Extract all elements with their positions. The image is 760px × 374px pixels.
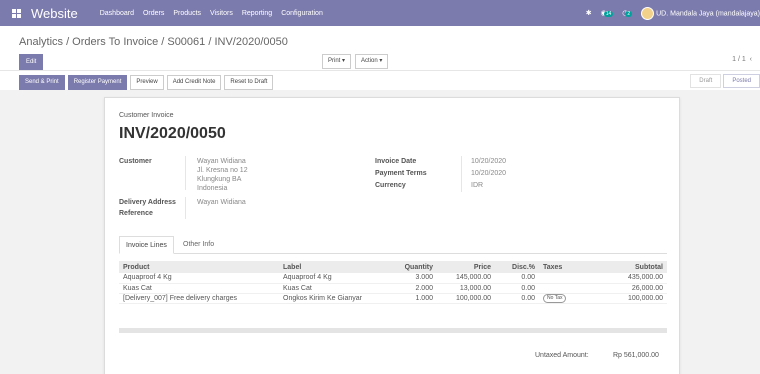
stage-posted[interactable]: Posted — [723, 74, 760, 88]
main-menu: Dashboard Orders Products Visitors Repor… — [100, 10, 323, 17]
menu-reporting[interactable]: Reporting — [242, 10, 272, 17]
col-price[interactable]: Price — [437, 261, 495, 273]
cell-price: 100,000.00 — [437, 293, 495, 304]
cell-label: Ongkos Kirim Ke Gianyar — [279, 293, 377, 304]
field-separator — [185, 197, 186, 219]
cell-quantity: 1.000 — [377, 293, 437, 304]
tax-tag: No Tax — [543, 293, 567, 303]
table-footer-bar — [119, 328, 667, 333]
cell-price: 13,000.00 — [437, 283, 495, 294]
tab-invoice-lines[interactable]: Invoice Lines — [119, 236, 174, 254]
col-label[interactable]: Label — [279, 261, 377, 273]
invoice-type: Customer Invoice — [119, 112, 174, 119]
menu-dashboard[interactable]: Dashboard — [100, 10, 134, 17]
action-buttons: Send & Print Register Payment Preview Ad… — [19, 75, 274, 90]
cell-label: Kuas Cat — [279, 283, 377, 294]
table-row[interactable]: Kuas Cat Kuas Cat 2.000 13,000.00 0.00 2… — [119, 283, 667, 294]
register-payment-button[interactable]: Register Payment — [67, 75, 128, 90]
menu-products[interactable]: Products — [173, 10, 201, 17]
form-statusbar: Send & Print Register Payment Preview Ad… — [0, 70, 760, 90]
app-name[interactable]: Website — [31, 6, 78, 21]
table-row[interactable]: Aquaproof 4 Kg Aquaproof 4 Kg 3.000 145,… — [119, 273, 667, 284]
user-name: UD. Mandala Jaya (mandalajaya) — [656, 9, 760, 17]
breadcrumb[interactable]: Analytics / Orders To Invoice / S00061 /… — [19, 36, 288, 48]
cell-discount: 0.00 — [495, 273, 539, 284]
table-header-row: Product Label Quantity Price Disc.% Taxe… — [119, 261, 667, 273]
add-credit-note-button[interactable]: Add Credit Note — [166, 75, 222, 90]
edit-button[interactable]: Edit — [19, 54, 44, 71]
tab-other-info[interactable]: Other Info — [177, 236, 220, 254]
avatar — [641, 6, 655, 20]
cell-quantity: 3.000 — [377, 273, 437, 284]
menu-visitors[interactable]: Visitors — [210, 10, 233, 17]
cell-taxes — [539, 283, 589, 294]
col-subtotal[interactable]: Subtotal — [589, 261, 667, 273]
reference-label: Reference — [119, 210, 153, 217]
invoice-sheet: Customer Invoice INV/2020/0050 Customer … — [104, 97, 680, 374]
table-row[interactable]: [Delivery_007] Free delivery charges Ong… — [119, 293, 667, 304]
untaxed-amount-value: Rp 561,000.00 — [613, 352, 659, 359]
cell-price: 145,000.00 — [437, 273, 495, 284]
stage-draft[interactable]: Draft — [690, 74, 722, 88]
invoice-lines-table: Product Label Quantity Price Disc.% Taxe… — [119, 261, 667, 304]
cell-taxes: No Tax — [539, 293, 589, 304]
chevron-left-icon[interactable]: ‹ — [748, 56, 752, 63]
cell-taxes — [539, 273, 589, 284]
delivery-address-label: Delivery Address — [119, 199, 176, 206]
cell-product: Aquaproof 4 Kg — [119, 273, 279, 284]
currency-value: IDR — [471, 182, 484, 189]
customer-label: Customer — [119, 158, 152, 165]
invoice-date-label: Invoice Date — [375, 158, 417, 165]
pager-value[interactable]: 1 / 1 — [732, 56, 746, 63]
col-taxes[interactable]: Taxes — [539, 261, 589, 273]
currency-label: Currency — [375, 182, 406, 189]
menu-orders[interactable]: Orders — [143, 10, 164, 17]
send-print-button[interactable]: Send & Print — [19, 75, 65, 90]
cell-product: [Delivery_007] Free delivery charges — [119, 293, 279, 304]
chat-badge: 14 — [603, 11, 614, 17]
preview-button[interactable]: Preview — [130, 75, 164, 90]
cell-product: Kuas Cat — [119, 283, 279, 294]
user-menu[interactable]: UD. Mandala Jaya (mandalajaya) — [641, 6, 760, 20]
col-product[interactable]: Product — [119, 261, 279, 273]
cell-subtotal: 435,000.00 — [589, 273, 667, 284]
invoice-number: INV/2020/0050 — [119, 125, 226, 142]
untaxed-amount-label: Untaxed Amount: — [535, 352, 589, 359]
payment-terms-value: 10/20/2020 — [471, 170, 507, 177]
bug-icon[interactable]: ✱ — [586, 9, 592, 17]
cell-label: Aquaproof 4 Kg — [279, 273, 377, 284]
field-separator — [185, 156, 186, 190]
invoice-date-value: 10/20/2020 — [471, 158, 507, 165]
cell-discount: 0.00 — [495, 283, 539, 294]
apps-menu-icon[interactable] — [12, 8, 21, 18]
field-separator — [461, 156, 462, 192]
cell-subtotal: 100,000.00 — [589, 293, 667, 304]
chat-icon[interactable]: ◉14 — [601, 9, 614, 17]
sidebar-actions: Print ▾ Action ▾ — [322, 54, 389, 69]
pager: 1 / 1 ‹ — [732, 56, 752, 63]
payment-terms-label: Payment Terms — [375, 170, 427, 177]
systray: ✱ ◉14 ◷2 UD. Mandala Jaya (mandalajaya) — [586, 0, 760, 26]
invoice-totals: Untaxed Amount: Rp 561,000.00 — [535, 352, 659, 359]
notebook-tabs: Invoice Lines Other Info — [119, 236, 667, 254]
customer-street: Jl. Kresna no 12 — [197, 167, 248, 174]
customer-name[interactable]: Wayan Widiana — [197, 158, 246, 165]
customer-city: Klungkung BA — [197, 176, 242, 183]
print-dropdown[interactable]: Print ▾ — [322, 54, 352, 69]
status-stages: Draft Posted — [690, 74, 760, 88]
customer-country: Indonesia — [197, 185, 228, 192]
col-discount[interactable]: Disc.% — [495, 261, 539, 273]
menu-configuration[interactable]: Configuration — [281, 10, 323, 17]
delivery-address-value[interactable]: Wayan Widiana — [197, 199, 246, 206]
cell-quantity: 2.000 — [377, 283, 437, 294]
activity-icon[interactable]: ◷2 — [622, 9, 633, 17]
action-dropdown[interactable]: Action ▾ — [355, 54, 389, 69]
cell-discount: 0.00 — [495, 293, 539, 304]
top-navbar: Website Dashboard Orders Products Visito… — [0, 0, 760, 26]
activity-badge: 2 — [625, 11, 633, 17]
col-quantity[interactable]: Quantity — [377, 261, 437, 273]
reset-to-draft-button[interactable]: Reset to Draft — [224, 75, 274, 90]
cell-subtotal: 26,000.00 — [589, 283, 667, 294]
